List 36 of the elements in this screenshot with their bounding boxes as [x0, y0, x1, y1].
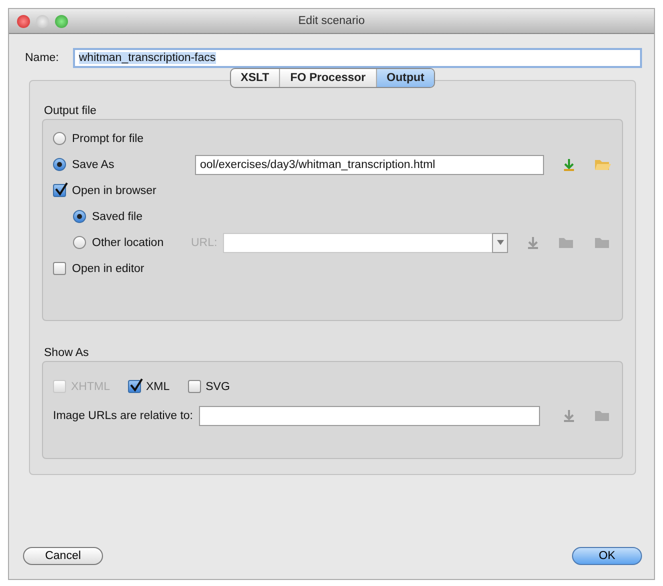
checkbox[interactable] [188, 380, 201, 393]
folder-icon[interactable] [558, 236, 576, 250]
option-label: Save As [72, 158, 114, 170]
name-field[interactable]: whitman_transcription-facs [72, 48, 642, 68]
folder-icon[interactable] [594, 408, 612, 422]
checkbox[interactable] [53, 262, 66, 275]
option-label: Other location [92, 236, 164, 248]
checkbox[interactable] [128, 380, 141, 393]
group-title: Show As [44, 347, 89, 359]
relative-label: Image URLs are relative to: [53, 410, 193, 422]
download-icon[interactable] [562, 408, 576, 422]
url-field[interactable] [198, 406, 540, 426]
format-label: XML [146, 380, 170, 392]
download-icon[interactable] [562, 158, 576, 172]
window-title: Edit scenario [298, 15, 365, 27]
group-title: Output file [44, 105, 96, 117]
dialog-button[interactable]: Cancel [23, 547, 103, 565]
zoom-button[interactable] [55, 14, 68, 28]
format-label: SVG [206, 380, 230, 392]
path-field[interactable]: ool/exercises/day3/whitman_transcription.html [195, 154, 544, 174]
option-label: Open in browser [72, 184, 156, 196]
radio-button[interactable] [53, 158, 66, 171]
radio-button[interactable] [73, 236, 86, 249]
download-icon[interactable] [526, 236, 540, 250]
option-label: Prompt for file [72, 132, 144, 144]
checkbox[interactable] [53, 184, 66, 197]
radio-button[interactable] [53, 132, 66, 145]
folder-icon[interactable] [594, 236, 612, 250]
caret-icon [496, 240, 504, 245]
close-button[interactable] [17, 14, 30, 28]
option-label: Saved file [92, 210, 143, 222]
radio-button[interactable] [73, 210, 86, 223]
tab[interactable]: Output [376, 69, 434, 87]
name-label: Name: [25, 52, 59, 64]
option-label: Open in editor [72, 262, 144, 274]
dialog-button[interactable]: OK [572, 547, 642, 565]
